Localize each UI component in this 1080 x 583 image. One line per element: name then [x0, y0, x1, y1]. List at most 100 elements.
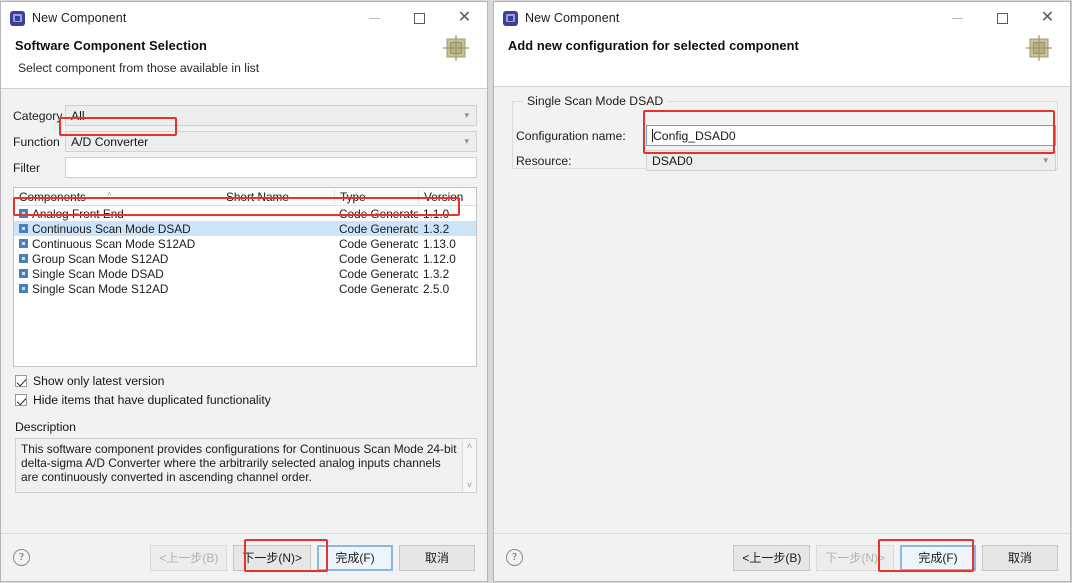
finish-button[interactable]: 完成(F)	[317, 544, 393, 571]
cell-component: Single Scan Mode DSAD	[14, 267, 221, 281]
page-subtitle: Select component from those available in…	[18, 61, 260, 75]
next-button[interactable]: 下一步(N)>	[816, 544, 894, 571]
help-icon[interactable]: ?	[13, 549, 30, 566]
component-grid-icon	[443, 35, 469, 61]
components-table[interactable]: Components ˄ Short Name Type Version Ana…	[13, 187, 477, 367]
configuration-name-input[interactable]: Config_DSAD0	[646, 125, 1056, 146]
cancel-button[interactable]: 取消	[399, 544, 475, 571]
cell-type: Code Generator	[339, 236, 418, 251]
table-row[interactable]: Analog Front End Code Generator 1.1.0	[14, 206, 476, 221]
column-header-short-name[interactable]: Short Name	[221, 190, 334, 204]
new-component-configuration-dialog: New Component ✕ Add new configuration fo…	[493, 1, 1071, 582]
checkbox-icon	[15, 394, 27, 406]
back-button[interactable]: <上一步(B)	[150, 544, 228, 571]
filter-input[interactable]	[65, 157, 477, 178]
checkbox-hide-duplicated-functionality[interactable]: Hide items that have duplicated function…	[15, 393, 455, 407]
checkbox-icon	[15, 375, 27, 387]
close-icon[interactable]: ✕	[442, 2, 487, 34]
left-dialog-footer: ? <上一步(B) 下一步(N)> 完成(F) 取消	[1, 533, 487, 581]
page-title: Software Component Selection	[15, 38, 207, 53]
maximize-button[interactable]	[980, 2, 1025, 34]
sort-ascending-icon: ˄	[107, 190, 112, 199]
filter-label: Filter	[13, 160, 41, 175]
cell-type: Code Generator	[339, 251, 418, 266]
right-titlebar: New Component ✕	[494, 2, 1070, 34]
column-header-type[interactable]: Type	[334, 189, 418, 204]
configuration-name-value: Config_DSAD0	[653, 128, 736, 143]
table-row[interactable]: Single Scan Mode S12AD Code Generator 2.5.…	[14, 281, 476, 296]
window-title: New Component	[525, 11, 620, 25]
checkbox-label: Hide items that have duplicated function…	[33, 393, 271, 407]
left-footer-buttons: <上一步(B) 下一步(N)> 完成(F) 取消	[150, 544, 475, 571]
page-title: Add new configuration for selected compo…	[508, 38, 799, 53]
table-row[interactable]: Group Scan Mode S12AD Code Generator 1.12.…	[14, 251, 476, 266]
cell-version: 1.12.0	[423, 251, 456, 266]
right-dialog-header: Add new configuration for selected compo…	[494, 34, 1070, 87]
help-icon[interactable]: ?	[506, 549, 523, 566]
scroll-down-icon[interactable]: ˅	[467, 480, 472, 490]
minimize-button[interactable]	[352, 2, 397, 34]
category-select[interactable]: All ▾	[65, 105, 477, 126]
maximize-button[interactable]	[397, 2, 442, 34]
window-controls: ✕	[935, 2, 1070, 34]
close-icon[interactable]: ✕	[1025, 2, 1070, 34]
cell-component: Continuous Scan Mode S12AD	[14, 237, 221, 251]
resource-label: Resource:	[516, 153, 572, 168]
cell-component: Analog Front End	[14, 207, 221, 221]
cancel-button[interactable]: 取消	[982, 544, 1058, 571]
cell-version: 1.13.0	[423, 236, 456, 251]
checkbox-label: Show only latest version	[33, 374, 165, 388]
component-puzzle-icon	[19, 209, 28, 218]
minimize-button[interactable]	[935, 2, 980, 34]
column-header-version[interactable]: Version	[418, 189, 476, 204]
background-edge-artifact	[1071, 0, 1080, 583]
category-row: Category All ▾	[13, 105, 477, 126]
chevron-down-icon: ▾	[464, 136, 469, 146]
category-value: All	[71, 108, 85, 123]
description-box[interactable]: This software component provides configu…	[15, 438, 477, 493]
chevron-down-icon: ▾	[464, 110, 469, 120]
back-button[interactable]: <上一步(B)	[733, 544, 811, 571]
filter-row: Filter	[13, 157, 477, 178]
left-dialog-body: Category All ▾ Function A/D Converter ▾ …	[1, 89, 487, 533]
column-header-components[interactable]: Components	[14, 190, 221, 204]
scroll-up-icon[interactable]: ˄	[467, 441, 472, 451]
cell-component: Group Scan Mode S12AD	[14, 252, 221, 266]
table-row[interactable]: Single Scan Mode DSAD Code Generator 1.3.2	[14, 266, 476, 281]
component-puzzle-icon	[19, 269, 28, 278]
cell-type: Code Generator	[339, 221, 418, 236]
cell-type: Code Generator	[339, 206, 418, 221]
description-scrollbar[interactable]: ˄ ˅	[462, 439, 476, 492]
right-dialog-body: Single Scan Mode DSAD Configuration name…	[494, 87, 1070, 533]
resource-select[interactable]: DSAD0 ▾	[646, 150, 1056, 171]
description-text: This software component provides configu…	[21, 442, 457, 485]
window-controls: ✕	[352, 2, 487, 34]
component-puzzle-icon	[19, 284, 28, 293]
checkbox-show-only-latest-version[interactable]: Show only latest version	[15, 374, 455, 388]
left-titlebar: New Component ✕	[1, 2, 487, 34]
component-puzzle-icon	[19, 224, 28, 233]
next-button[interactable]: 下一步(N)>	[233, 544, 311, 571]
new-component-selection-dialog: New Component ✕ Software Component Selec…	[0, 1, 488, 582]
resource-row: Resource: DSAD0 ▾	[516, 150, 1056, 171]
function-value: A/D Converter	[71, 134, 149, 149]
table-row[interactable]: Continuous Scan Mode S12AD Code Generator…	[14, 236, 476, 251]
group-title: Single Scan Mode DSAD	[523, 94, 668, 108]
finish-button[interactable]: 完成(F)	[900, 544, 976, 571]
component-icon	[503, 10, 518, 26]
table-row[interactable]: Continuous Scan Mode DSAD Code Generator 1…	[14, 221, 476, 236]
cell-version: 2.5.0	[423, 281, 450, 296]
left-dialog-header: Software Component Selection Select comp…	[1, 34, 487, 89]
component-puzzle-icon	[19, 254, 28, 263]
table-body: Analog Front End Code Generator 1.1.0 Conti…	[14, 206, 476, 296]
cell-component: Single Scan Mode S12AD	[14, 282, 221, 296]
right-footer-buttons: <上一步(B) 下一步(N)> 完成(F) 取消	[733, 544, 1058, 571]
chevron-down-icon: ▾	[1043, 155, 1048, 165]
description-section: Description This software component prov…	[15, 420, 477, 493]
right-dialog-footer: ? <上一步(B) 下一步(N)> 完成(F) 取消	[494, 533, 1070, 581]
description-label: Description	[15, 420, 76, 434]
configuration-name-label: Configuration name:	[516, 128, 626, 143]
component-icon	[10, 10, 25, 26]
table-header-row: Components ˄ Short Name Type Version	[14, 188, 476, 206]
function-select[interactable]: A/D Converter ▾	[65, 131, 477, 152]
